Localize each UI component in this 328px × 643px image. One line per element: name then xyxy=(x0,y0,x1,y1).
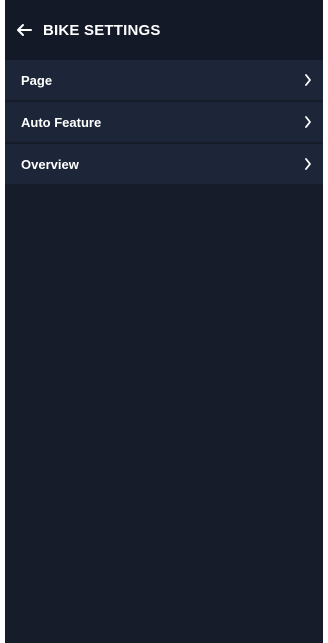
app-header: BIKE SETTINGS xyxy=(5,0,323,60)
menu-item-label: Overview xyxy=(21,156,79,172)
back-button[interactable] xyxy=(14,20,34,40)
menu-item-overview[interactable]: Overview xyxy=(5,144,323,184)
menu-item-label: Auto Feature xyxy=(21,114,102,130)
menu-item-auto-feature[interactable]: Auto Feature xyxy=(5,102,323,142)
settings-menu: Page Auto Feature Overview xyxy=(5,60,323,184)
arrow-left-icon xyxy=(17,24,32,36)
bike-settings-screen: BIKE SETTINGS Page Auto Feature Overview xyxy=(5,0,323,643)
chevron-right-icon xyxy=(301,115,315,129)
menu-item-label: Page xyxy=(21,72,53,88)
chevron-right-icon xyxy=(301,73,315,87)
menu-item-page[interactable]: Page xyxy=(5,60,323,100)
chevron-right-icon xyxy=(301,157,315,171)
page-title: BIKE SETTINGS xyxy=(43,21,161,39)
